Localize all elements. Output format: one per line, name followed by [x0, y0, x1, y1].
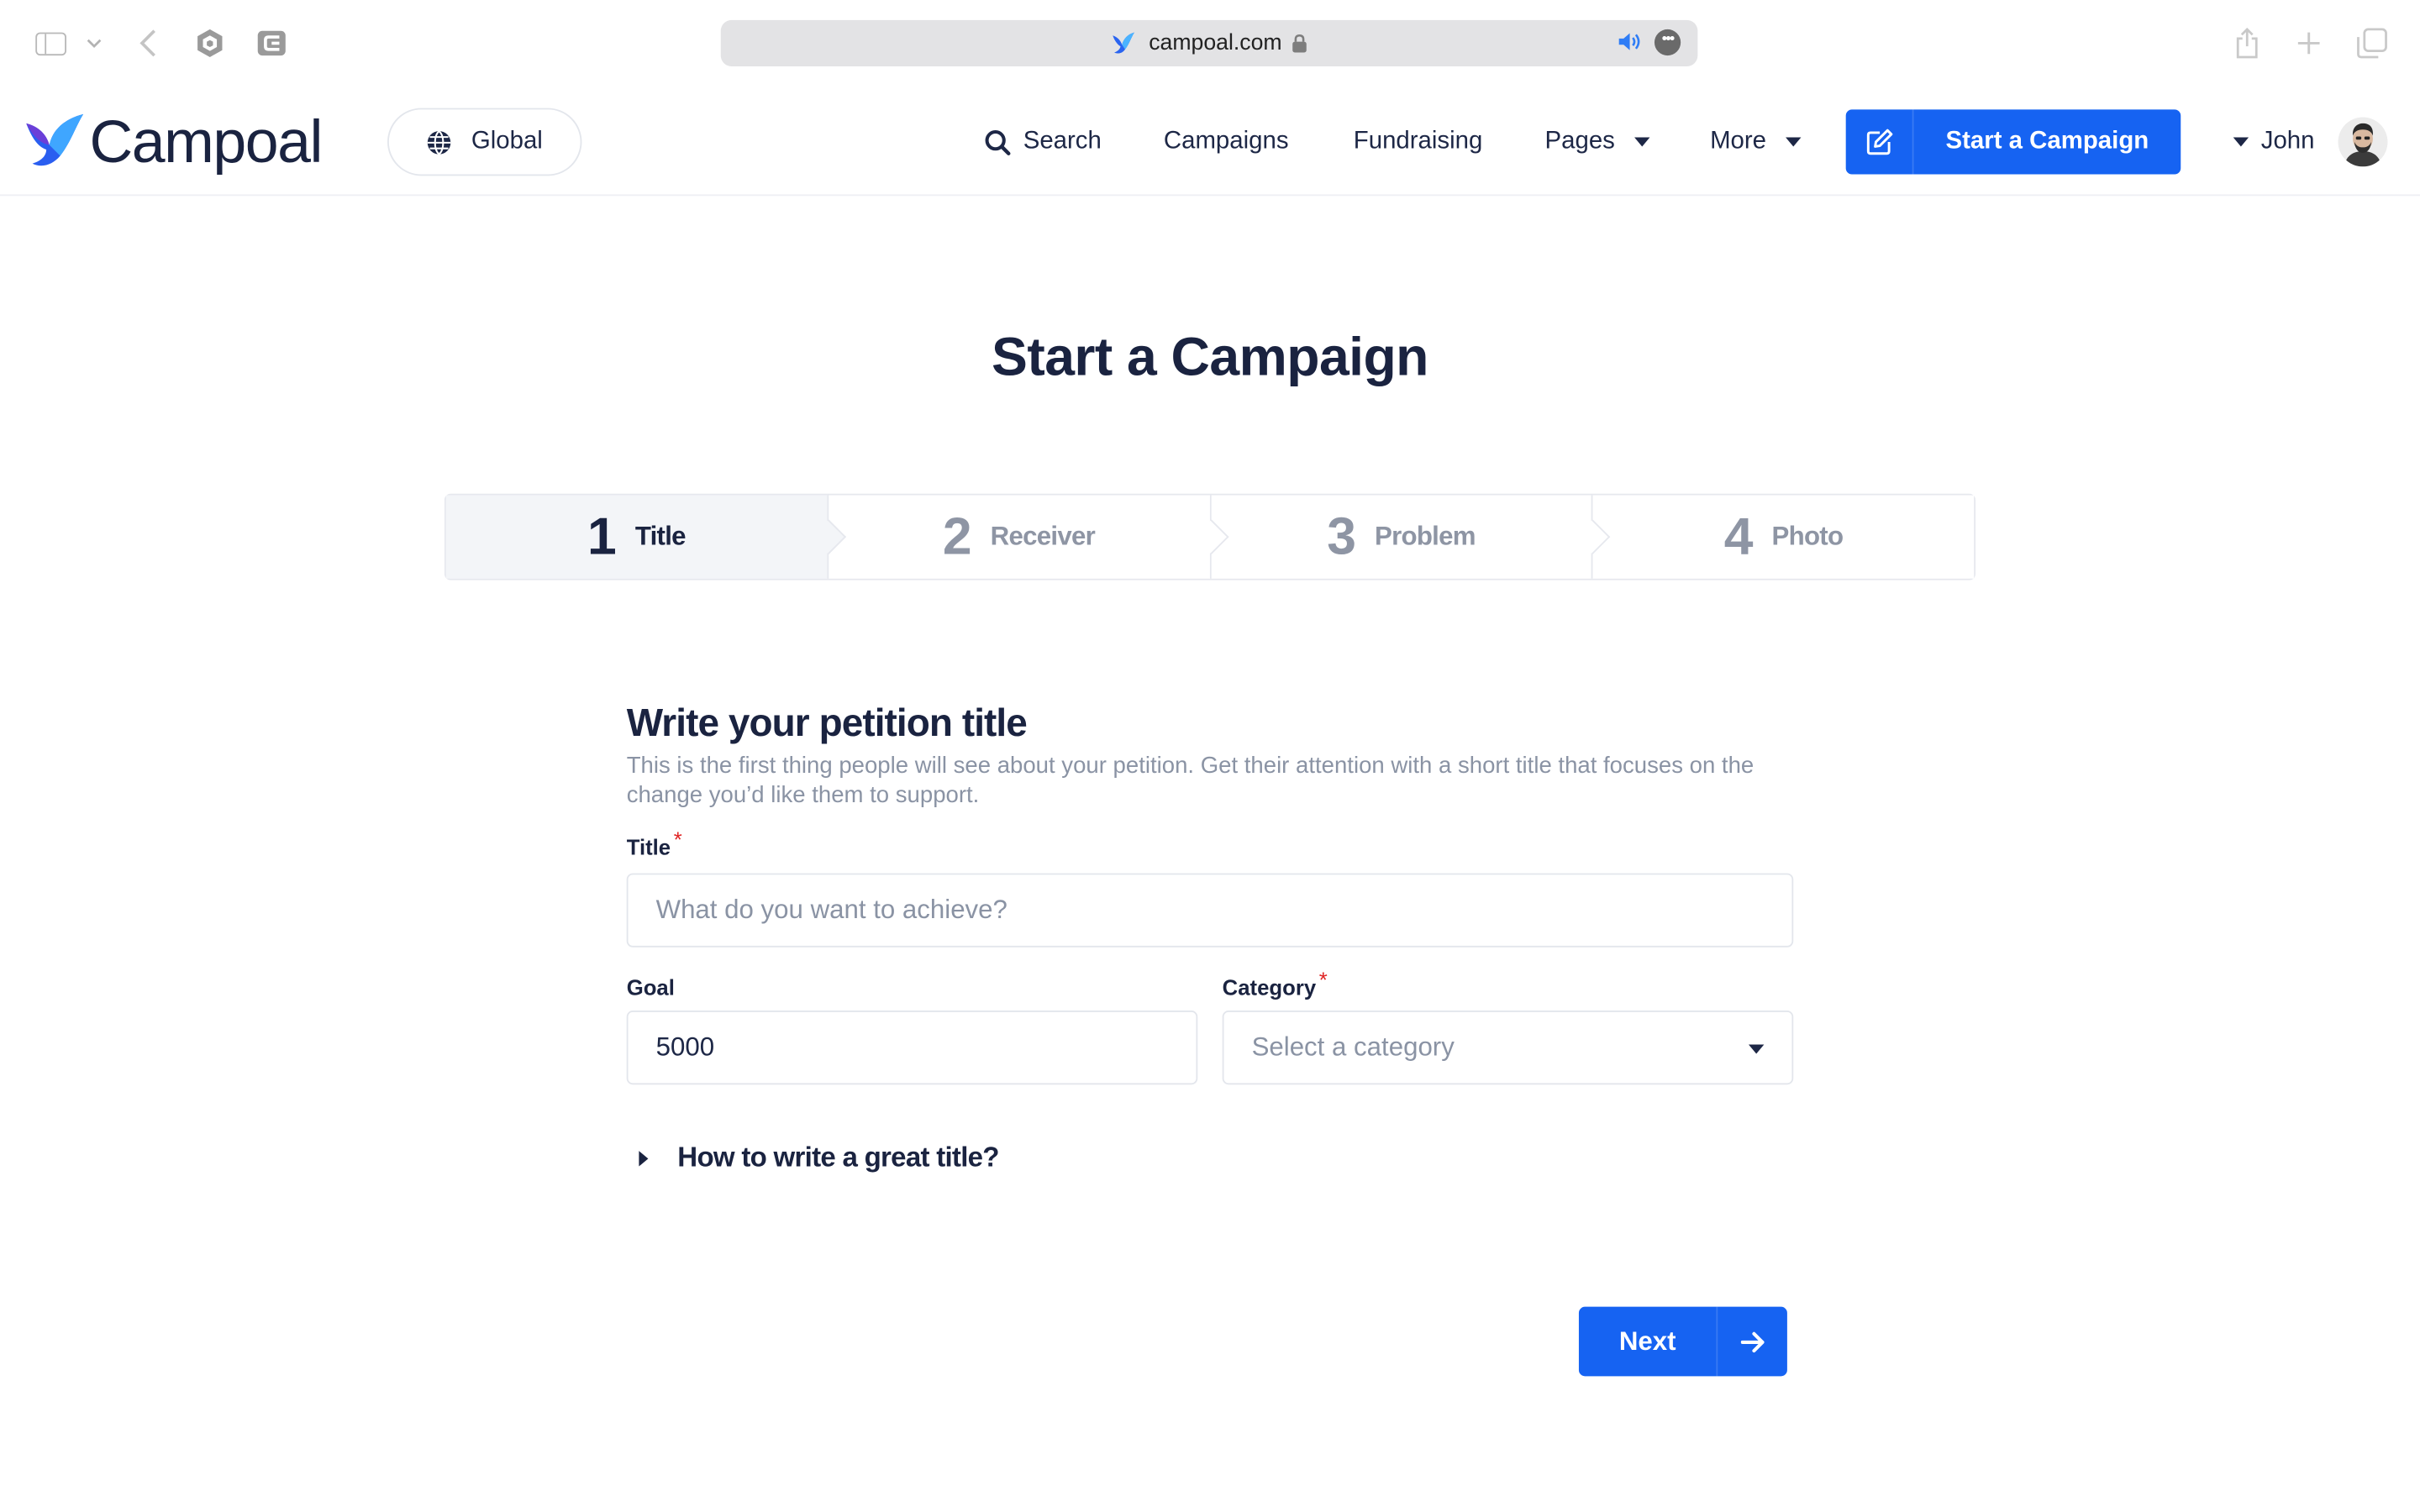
user-name: John [2260, 128, 2315, 155]
nav-pages-label: Pages [1544, 128, 1615, 155]
step-label: Photo [1771, 521, 1844, 551]
nav-campaigns[interactable]: Campaigns [1164, 108, 1289, 176]
caret-down-icon [1748, 1044, 1765, 1054]
caret-down-icon [1786, 137, 1802, 147]
category-select[interactable]: Select a category [1222, 1011, 1794, 1085]
step-receiver[interactable]: 2 Receiver [828, 495, 1228, 579]
back-arrow-icon[interactable] [133, 24, 164, 61]
how-to-label: How to write a great title? [677, 1142, 999, 1173]
global-label: Global [471, 128, 543, 155]
step-number: 1 [587, 507, 617, 567]
page-title: Start a Campaign [992, 327, 1428, 388]
step-photo[interactable]: 4 Photo [1592, 495, 1975, 579]
title-label: Title * [626, 827, 682, 860]
next-label: Next [1618, 1326, 1676, 1356]
avatar[interactable] [2338, 117, 2388, 167]
global-region-button[interactable]: Global [387, 108, 582, 176]
campoal-favicon-icon [1113, 32, 1135, 54]
nav-campaigns-label: Campaigns [1163, 128, 1289, 155]
campoal-logo[interactable]: Campoal [26, 108, 324, 176]
tab-overview-icon[interactable] [2355, 24, 2389, 61]
title-placeholder: What do you want to achieve? [655, 895, 1007, 925]
new-tab-icon[interactable] [2293, 24, 2324, 61]
goal-label: Goal [626, 974, 675, 1000]
title-input[interactable]: What do you want to achieve? [626, 873, 1794, 948]
share-icon[interactable] [2232, 24, 2263, 61]
campaign-steps: 1 Title 2 Receiver 3 Problem 4 Photo [444, 493, 1975, 580]
caret-down-icon [2233, 137, 2249, 147]
start-campaign-button[interactable]: Start a Campaign [1845, 109, 2181, 175]
how-to-write-toggle[interactable]: How to write a great title? [639, 1142, 1000, 1174]
edit-icon [1846, 109, 1914, 175]
extension-icon[interactable] [253, 24, 290, 61]
nav-more-label: More [1710, 128, 1767, 155]
goal-input[interactable]: 5000 [626, 1011, 1198, 1085]
next-button[interactable]: Next [1578, 1306, 1787, 1377]
category-placeholder: Select a category [1251, 1032, 1455, 1062]
nav-pages-dropdown[interactable]: Pages [1545, 108, 1651, 176]
search-icon [985, 129, 1011, 155]
step-label: Problem [1374, 521, 1476, 551]
nav-more-dropdown[interactable]: More [1710, 108, 1802, 176]
chevron-down-icon[interactable] [81, 24, 108, 61]
globe-icon [428, 129, 452, 155]
category-label: Category * [1222, 967, 1328, 1000]
logo-text: Campoal [89, 108, 324, 176]
url-text: campoal.com [1149, 30, 1282, 56]
browser-toolbar: campoal.com ••• [0, 0, 2420, 87]
step-number: 2 [942, 507, 972, 567]
step-number: 4 [1723, 507, 1754, 567]
step-label: Title [634, 521, 687, 551]
form-heading: Write your petition title [626, 701, 1028, 746]
shield-extension-icon[interactable] [192, 24, 229, 61]
petition-title-form: Write your petition title This is the fi… [626, 701, 1794, 1173]
step-title[interactable]: 1 Title [445, 495, 846, 579]
required-mark: * [673, 827, 682, 852]
nav-fundraising[interactable]: Fundraising [1354, 108, 1483, 176]
caret-down-icon [1634, 137, 1651, 147]
lock-icon [1292, 34, 1307, 53]
arrow-right-icon [1716, 1306, 1786, 1377]
step-problem[interactable]: 3 Problem [1210, 495, 1611, 579]
step-label: Receiver [990, 521, 1096, 551]
sidebar-toggle-icon[interactable] [33, 24, 70, 61]
address-bar[interactable]: campoal.com ••• [720, 19, 1698, 66]
goal-value: 5000 [655, 1032, 715, 1062]
nav-search-label: Search [1023, 128, 1102, 155]
step-number: 3 [1327, 507, 1356, 567]
page: campoal.com ••• Campoal Global Search Ca… [0, 0, 2420, 1512]
page-menu-icon[interactable]: ••• [1654, 29, 1681, 56]
nav-search[interactable]: Search [985, 108, 1102, 176]
required-mark: * [1318, 967, 1328, 992]
form-description: This is the first thing people will see … [626, 753, 1754, 809]
audio-playing-icon[interactable] [1618, 31, 1642, 53]
user-menu-dropdown[interactable]: John [2233, 108, 2315, 176]
caret-right-icon [639, 1150, 649, 1166]
site-header: Campoal Global Search Campaigns Fundrais… [0, 86, 2420, 197]
start-campaign-label: Start a Campaign [1945, 128, 2149, 155]
nav-fundraising-label: Fundraising [1353, 128, 1483, 155]
campoal-bird-icon [26, 113, 84, 166]
